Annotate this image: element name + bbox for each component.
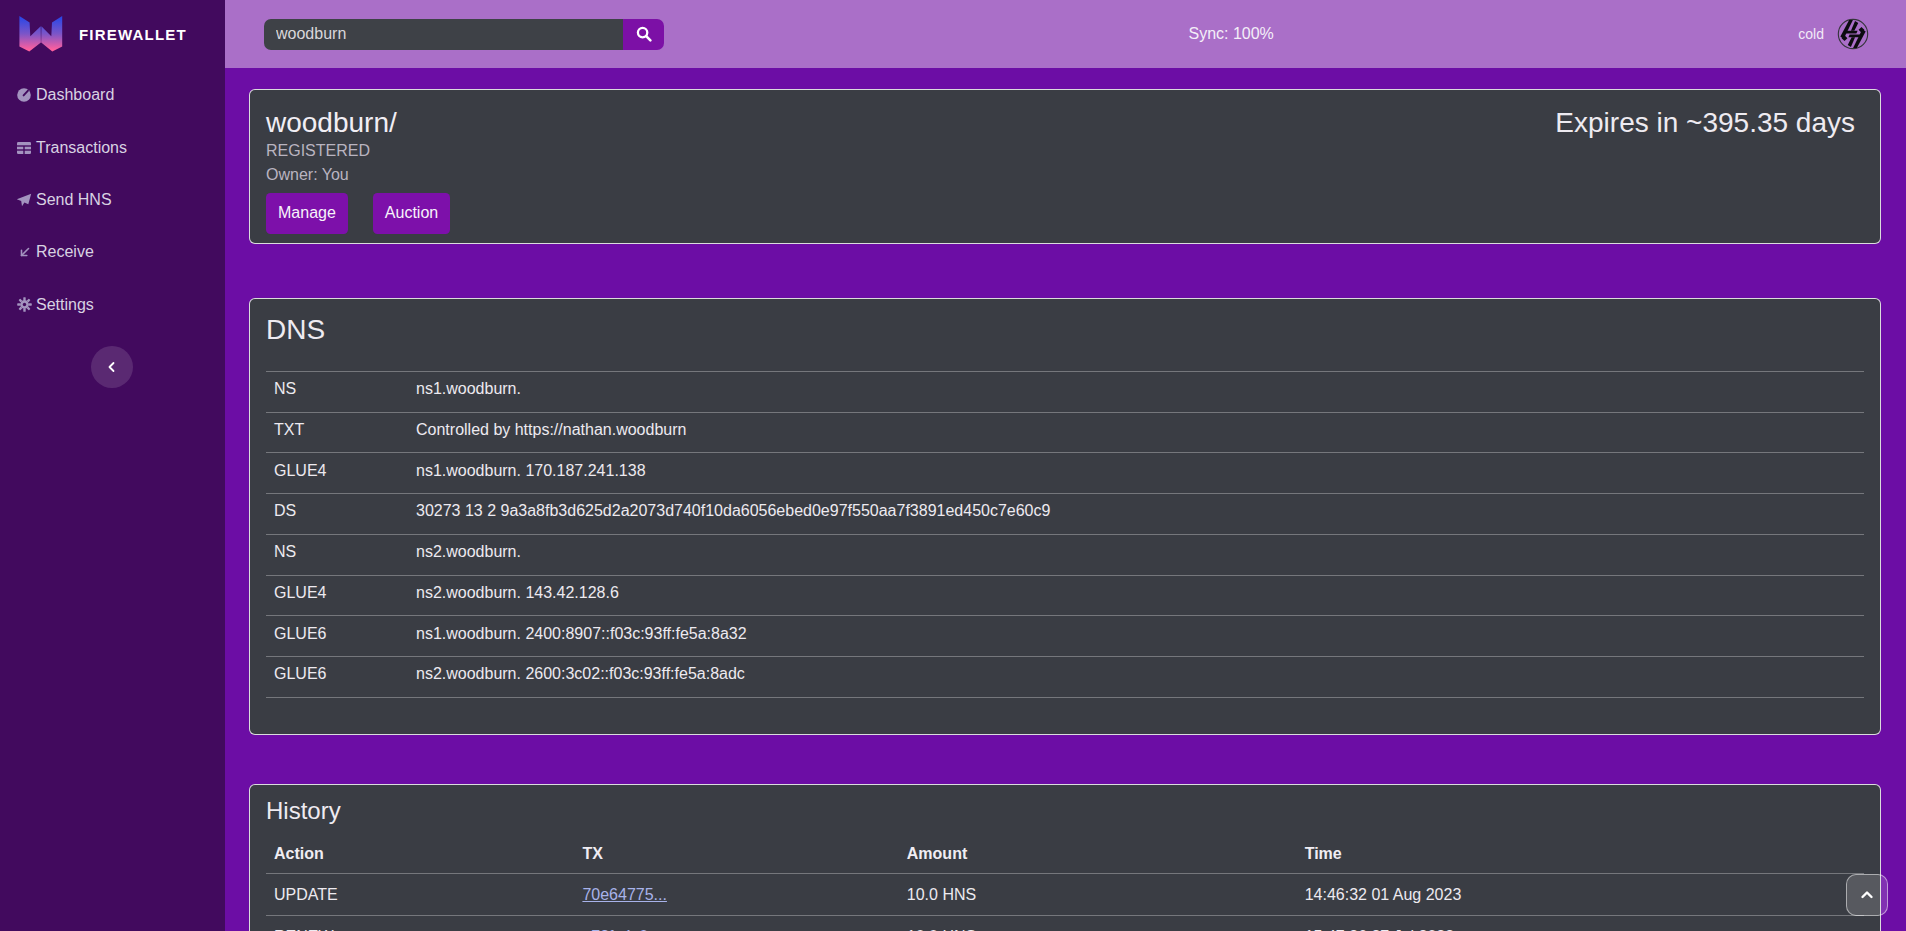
sidebar-item-label: Settings: [36, 296, 94, 314]
sidebar: FIREWALLET Dashboard: [0, 0, 225, 931]
sidebar-collapse-button[interactable]: [91, 346, 133, 388]
history-row: UPDATE 70e64775... 10.0 HNS 14:46:32 01 …: [266, 874, 1864, 915]
hns-logo-icon[interactable]: [1837, 18, 1869, 50]
scroll-top-button[interactable]: [1846, 874, 1888, 916]
wallet-group: cold: [1798, 18, 1869, 50]
domain-status: REGISTERED: [266, 139, 1864, 163]
history-amount: 10.0 HNS: [899, 874, 1297, 915]
dns-record-type: TXT: [266, 412, 408, 453]
main-column: Sync: 100% cold: [225, 0, 1906, 931]
sidebar-item-send[interactable]: Send HNS: [0, 174, 225, 226]
search-input[interactable]: [264, 19, 623, 50]
topbar: Sync: 100% cold: [225, 0, 1906, 68]
settings-icon: [16, 297, 32, 313]
dns-record-type: DS: [266, 494, 408, 535]
history-table: Action TX Amount Time UPDATE 70e64775...…: [266, 833, 1864, 931]
receive-icon: [16, 244, 32, 260]
search-button[interactable]: [623, 19, 664, 50]
history-col-amount: Amount: [899, 833, 1297, 874]
history-header-row: Action TX Amount Time: [266, 833, 1864, 874]
brand-name: FIREWALLET: [79, 26, 187, 43]
history-col-time: Time: [1297, 833, 1864, 874]
send-icon: [16, 192, 32, 208]
dns-record-type: GLUE4: [266, 453, 408, 494]
dns-record-row: TXT Controlled by https://nathan.woodbur…: [266, 412, 1864, 453]
search-icon: [635, 25, 653, 43]
history-time: 14:46:32 01 Aug 2023: [1297, 874, 1864, 915]
dns-record-row: DS 30273 13 2 9a3a8fb3d625d2a2073d740f10…: [266, 494, 1864, 535]
chevron-up-icon: [1858, 886, 1876, 904]
sidebar-item-label: Receive: [36, 243, 94, 261]
tx-link[interactable]: a72fe4c0...: [582, 928, 661, 931]
history-col-action: Action: [266, 833, 574, 874]
sidebar-item-settings[interactable]: Settings: [0, 279, 225, 331]
sidebar-item-receive[interactable]: Receive: [0, 226, 225, 278]
history-action: RENEW: [266, 915, 574, 931]
dns-title: DNS: [266, 313, 1864, 347]
dns-card: DNS NS ns1.woodburn. TXT Controlled by h…: [249, 298, 1881, 735]
dns-record-type: NS: [266, 534, 408, 575]
dns-record-value: 30273 13 2 9a3a8fb3d625d2a2073d740f10da6…: [408, 494, 1864, 535]
history-card: History Action TX Amount Time UPDATE: [249, 784, 1881, 931]
dns-record-value: ns1.woodburn. 170.187.241.138: [408, 453, 1864, 494]
history-amount: 10.0 HNS: [899, 915, 1297, 931]
dns-record-type: NS: [266, 372, 408, 413]
dns-record-value: ns1.woodburn. 2400:8907::f03c:93ff:fe5a:…: [408, 616, 1864, 657]
sidebar-item-dashboard[interactable]: Dashboard: [0, 69, 225, 121]
manage-button[interactable]: Manage: [266, 193, 348, 234]
dns-record-row: NS ns2.woodburn.: [266, 534, 1864, 575]
dns-record-row: GLUE6 ns2.woodburn. 2600:3c02::f03c:93ff…: [266, 656, 1864, 697]
dns-record-row: GLUE6 ns1.woodburn. 2400:8907::f03c:93ff…: [266, 616, 1864, 657]
dns-record-type: GLUE6: [266, 656, 408, 697]
history-row: RENEW a72fe4c0... 10.0 HNS 15:47:36 27 J…: [266, 915, 1864, 931]
domain-owner: Owner: You: [266, 163, 1864, 187]
sidebar-item-transactions[interactable]: Transactions: [0, 121, 225, 173]
chevron-left-icon: [104, 359, 120, 375]
sidebar-item-label: Send HNS: [36, 191, 112, 209]
dns-record-row: GLUE4 ns2.woodburn. 143.42.128.6: [266, 575, 1864, 616]
auction-button[interactable]: Auction: [373, 193, 450, 234]
history-col-tx: TX: [574, 833, 898, 874]
dns-record-value: ns2.woodburn. 143.42.128.6: [408, 575, 1864, 616]
sidebar-nav: Dashboard Transactions: [0, 69, 225, 331]
domain-buttons: Manage Auction: [266, 193, 1864, 234]
domain-card: woodburn/ REGISTERED Owner: You Manage A…: [249, 89, 1881, 244]
dns-record-value: ns1.woodburn.: [408, 372, 1864, 413]
history-time: 15:47:36 27 Jul 2023: [1297, 915, 1864, 931]
sync-status: Sync: 100%: [664, 25, 1798, 43]
history-action: UPDATE: [266, 874, 574, 915]
content: woodburn/ REGISTERED Owner: You Manage A…: [225, 68, 1906, 931]
dns-record-value: ns2.woodburn.: [408, 534, 1864, 575]
dns-record-type: GLUE4: [266, 575, 408, 616]
domain-expires: Expires in ~395.35 days: [1555, 106, 1855, 140]
history-title: History: [266, 797, 1864, 826]
dns-record-row: NS ns1.woodburn.: [266, 372, 1864, 413]
search-group: [264, 19, 664, 50]
dns-record-type: GLUE6: [266, 616, 408, 657]
sidebar-item-label: Dashboard: [36, 86, 114, 104]
dns-record-row: GLUE4 ns1.woodburn. 170.187.241.138: [266, 453, 1864, 494]
dashboard-icon: [16, 87, 32, 103]
dns-record-value: ns2.woodburn. 2600:3c02::f03c:93ff:fe5a:…: [408, 656, 1864, 697]
tx-link[interactable]: 70e64775...: [582, 886, 667, 903]
dns-record-value: Controlled by https://nathan.woodburn: [408, 412, 1864, 453]
app-root: FIREWALLET Dashboard: [0, 0, 1906, 931]
brand: FIREWALLET: [0, 0, 225, 68]
firewallet-logo-icon: [19, 15, 63, 53]
wallet-name: cold: [1798, 26, 1824, 42]
sidebar-item-label: Transactions: [36, 139, 127, 157]
dns-table: NS ns1.woodburn. TXT Controlled by https…: [266, 371, 1864, 698]
transactions-icon: [16, 140, 32, 156]
